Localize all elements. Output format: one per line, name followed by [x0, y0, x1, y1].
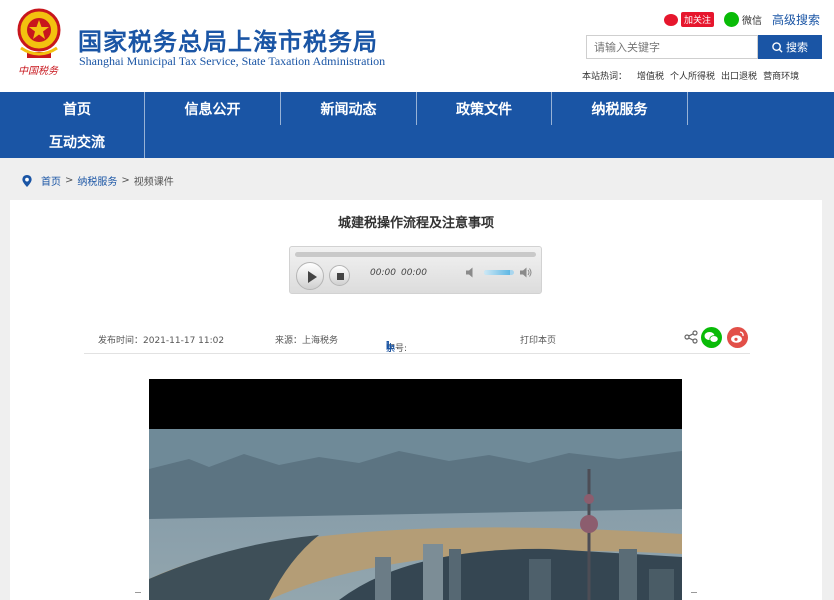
search-icon	[772, 41, 783, 53]
play-button[interactable]	[296, 262, 324, 290]
breadcrumb-separator: >	[65, 175, 74, 186]
current-time: 00:00	[370, 268, 396, 278]
search-input[interactable]	[586, 35, 758, 59]
share-icon[interactable]	[684, 330, 698, 344]
breadcrumb: 首页 > 纳税服务 > 视频课件	[22, 173, 174, 188]
hot-word-link[interactable]: 增值税	[637, 69, 664, 82]
weibo-follow-button[interactable]: 加关注	[663, 12, 714, 27]
share-weibo-button[interactable]	[727, 327, 748, 348]
carousel-edge-left	[135, 592, 141, 593]
publish-time: 发布时间：2021-11-17 11:02	[98, 336, 225, 346]
wechat-link[interactable]: 微信	[723, 12, 762, 27]
carousel-edge-right	[691, 592, 697, 593]
nav-item-info-disclosure[interactable]: 信息公开	[145, 92, 281, 125]
advanced-search-link[interactable]: 高级搜索	[772, 11, 820, 28]
wechat-icon	[704, 332, 719, 343]
hot-word-link[interactable]: 出口退税	[721, 69, 757, 82]
search-button[interactable]: 搜索	[758, 35, 822, 59]
nav-item-interaction[interactable]: 互动交流	[10, 125, 145, 158]
duration: 00:00	[401, 268, 427, 278]
breadcrumb-home[interactable]: 首页	[41, 173, 61, 188]
breadcrumb-current: 视频课件	[133, 177, 174, 188]
volume-level	[484, 270, 510, 275]
weibo-icon	[731, 331, 744, 343]
article-panel: 城建税操作流程及注意事项 00:00 00:00 发布时间：2021-11-17	[10, 200, 822, 600]
site-title[interactable]: 国家税务总局上海市税务局	[78, 22, 378, 57]
wechat-label: 微信	[741, 16, 762, 27]
nav-item-tax-service[interactable]: 纳税服务	[552, 92, 688, 125]
location-icon	[22, 174, 32, 187]
main-nav: 首页 信息公开 新闻动态 政策文件 纳税服务 互动交流	[0, 92, 834, 158]
article-title: 城建税操作流程及注意事项	[337, 216, 494, 231]
mute-icon[interactable]	[466, 267, 478, 278]
site-subtitle: Shanghai Municipal Tax Service, State Ta…	[79, 54, 386, 68]
wechat-icon	[723, 12, 739, 27]
stop-button[interactable]	[329, 265, 350, 286]
source: 来源：上海税务	[275, 336, 339, 346]
article-meta: 发布时间：2021-11-17 11:02 来源：上海税务 字号: [大] [中…	[84, 325, 750, 354]
hot-words: 本站热词： 增值税 个人所得税 出口退税 营商环境	[582, 69, 799, 82]
tax-emblem-icon[interactable]	[13, 8, 65, 64]
video-player[interactable]	[149, 379, 682, 600]
nav-item-policy[interactable]: 政策文件	[417, 92, 552, 125]
volume-slider[interactable]	[484, 270, 514, 275]
nav-item-home[interactable]: 首页	[10, 92, 145, 125]
volume-icon[interactable]	[520, 267, 532, 278]
breadcrumb-separator: >	[121, 175, 130, 186]
print-link[interactable]: 打印本页	[520, 333, 556, 346]
audio-player: 00:00 00:00	[289, 246, 542, 294]
share-wechat-button[interactable]	[701, 327, 722, 348]
breadcrumb-tax-service[interactable]: 纳税服务	[77, 173, 117, 188]
site-header: 中国税务 国家税务总局上海市税务局 Shanghai Municipal Tax…	[0, 0, 834, 92]
hot-word-link[interactable]: 个人所得税	[670, 69, 715, 82]
hot-word-link[interactable]: 营商环境	[763, 69, 799, 82]
stop-icon	[337, 273, 344, 280]
top-links: 加关注 微信 高级搜索	[663, 11, 820, 28]
nav-item-news[interactable]: 新闻动态	[281, 92, 417, 125]
emblem-caption: 中国税务	[18, 66, 58, 77]
video-frame-image	[149, 429, 682, 600]
weibo-icon	[663, 13, 678, 26]
follow-label: 加关注	[680, 12, 714, 27]
audio-progress-bar[interactable]	[295, 252, 536, 257]
search-button-label: 搜索	[786, 41, 808, 54]
hot-words-label: 本站热词：	[582, 72, 628, 82]
play-icon	[308, 271, 317, 283]
